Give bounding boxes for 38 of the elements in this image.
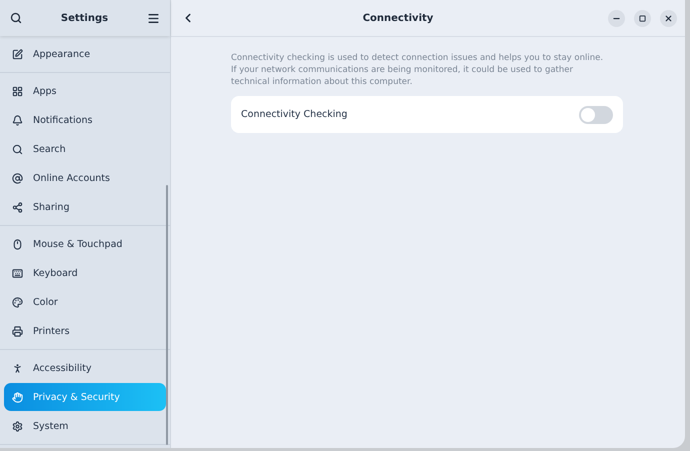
person-icon	[12, 362, 23, 374]
sidebar-item[interactable]: Apps	[4, 77, 166, 105]
sidebar-title: Settings	[60, 12, 108, 24]
sidebar-item[interactable]: Accessibility	[4, 354, 166, 382]
palette-icon	[12, 296, 23, 308]
description-text: Connectivity checking is used to detect connection issues and helps you to stay online. If your network communications are being monitored, it could be used to gather technical information about this computer.	[231, 52, 604, 88]
minimize-button[interactable]	[608, 10, 625, 26]
bell-icon	[12, 114, 23, 126]
sidebar-item[interactable]: System	[4, 412, 166, 440]
search-icon	[12, 144, 23, 154]
setting-label: Connectivity Checking	[241, 109, 348, 120]
sidebar-item[interactable]: Color	[4, 288, 166, 316]
sidebar-item[interactable]: Keyboard	[4, 259, 166, 287]
at-sign-icon	[12, 172, 23, 184]
edit-icon	[12, 48, 23, 60]
settings-icon	[12, 420, 23, 432]
scrollbar[interactable]	[166, 185, 168, 445]
hand-icon	[12, 392, 23, 402]
sidebar-item[interactable]: Notifications	[4, 106, 166, 134]
maximize-button[interactable]	[634, 10, 651, 26]
grid-icon	[12, 86, 23, 96]
search-icon[interactable]	[10, 12, 22, 24]
sidebar-item[interactable]: Printers	[4, 317, 166, 345]
sidebar-item[interactable]: Sharing	[4, 193, 166, 221]
menu-icon[interactable]	[146, 12, 160, 24]
maximize-icon	[639, 14, 646, 22]
sidebar-item[interactable]: Online Accounts	[4, 164, 166, 192]
keyboard-icon	[12, 268, 23, 278]
page-title: Connectivity	[362, 12, 434, 24]
mouse-icon	[12, 238, 23, 250]
share-icon	[12, 202, 23, 212]
sidebar-item[interactable]: Appearance	[4, 40, 166, 68]
close-button[interactable]	[660, 10, 677, 26]
sidebar-item[interactable]: Search	[4, 135, 166, 163]
printer-icon	[12, 326, 23, 336]
close-icon	[664, 14, 673, 22]
sidebar-item[interactable]: Mouse & Touchpad	[4, 230, 166, 258]
toggle-switch[interactable]	[579, 106, 613, 124]
